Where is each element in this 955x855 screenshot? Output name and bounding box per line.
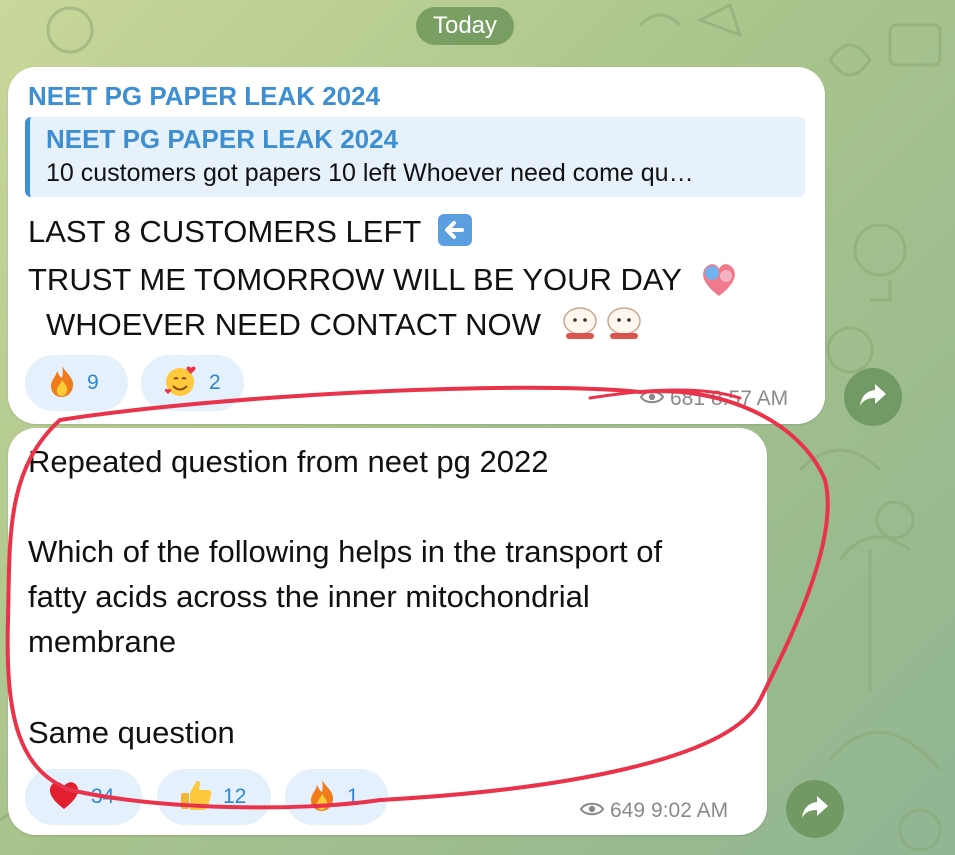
sender-name[interactable]: NEET PG PAPER LEAK 2024 xyxy=(28,81,380,112)
message-text: Which of the following helps in the tran… xyxy=(28,534,663,569)
date-separator: Today xyxy=(416,7,514,45)
message-time: 9:02 AM xyxy=(651,799,729,822)
reaction-heart[interactable]: 34 xyxy=(25,769,142,825)
fire-emoji xyxy=(47,364,77,403)
reaction-count: 34 xyxy=(91,785,115,808)
reaction-count: 9 xyxy=(87,371,99,394)
view-count: 681 xyxy=(670,387,706,410)
share-arrow-icon xyxy=(800,794,830,825)
eye-icon xyxy=(579,799,605,823)
reaction-smiling-face-with-hearts[interactable]: 2 xyxy=(141,355,244,411)
reaction-count: 12 xyxy=(223,785,247,808)
cats-heart-sticker-emoji xyxy=(698,258,740,306)
cat-stickers-emoji xyxy=(558,303,648,351)
forward-button[interactable] xyxy=(844,368,902,426)
message-text: TRUST ME TOMORROW WILL BE YOUR DAY xyxy=(28,262,682,298)
reaction-count: 1 xyxy=(347,785,359,808)
share-arrow-icon xyxy=(858,382,888,413)
reaction-count: 2 xyxy=(209,371,221,394)
message-text: Same question xyxy=(28,715,235,750)
reaction-fire[interactable]: 9 xyxy=(25,355,128,411)
message-bubble[interactable]: Repeated question from neet pg 2022 Whic… xyxy=(8,428,767,835)
smiling-face-with-hearts-emoji xyxy=(163,364,199,403)
reply-quote[interactable]: NEET PG PAPER LEAK 2024 10 customers got… xyxy=(25,117,805,197)
message-line: TRUST ME TOMORROW WILL BE YOUR DAY xyxy=(28,258,740,306)
thumbs-up-emoji xyxy=(179,778,213,817)
reaction-fire[interactable]: 1 xyxy=(285,769,388,825)
date-separator-label: Today xyxy=(432,12,498,39)
message-text: fatty acids across the inner mitochondri… xyxy=(28,579,590,614)
message-text: Repeated question from neet pg 2022 xyxy=(28,444,549,479)
view-count: 649 xyxy=(610,799,646,822)
quote-title: NEET PG PAPER LEAK 2024 xyxy=(46,124,399,154)
red-heart-emoji xyxy=(47,779,81,816)
reaction-thumbs-up[interactable]: 12 xyxy=(157,769,271,825)
message-meta: 649 9:02 AM xyxy=(579,799,729,823)
message-time: 8:57 AM xyxy=(711,387,789,410)
eye-icon xyxy=(639,387,665,411)
forward-button[interactable] xyxy=(786,780,844,838)
message-bubble[interactable]: NEET PG PAPER LEAK 2024 NEET PG PAPER LE… xyxy=(8,67,825,424)
message-line: LAST 8 CUSTOMERS LEFT xyxy=(28,213,473,255)
left-arrow-emoji xyxy=(437,213,473,255)
message-meta: 681 8:57 AM xyxy=(639,387,789,411)
fire-emoji xyxy=(307,778,337,817)
message-text: WHOEVER NEED CONTACT NOW xyxy=(46,307,541,343)
message-line: WHOEVER NEED CONTACT NOW xyxy=(46,303,648,351)
quote-text: 10 customers got papers 10 left Whoever … xyxy=(46,159,694,187)
message-text: LAST 8 CUSTOMERS LEFT xyxy=(28,214,421,250)
message-text: membrane xyxy=(28,624,177,659)
